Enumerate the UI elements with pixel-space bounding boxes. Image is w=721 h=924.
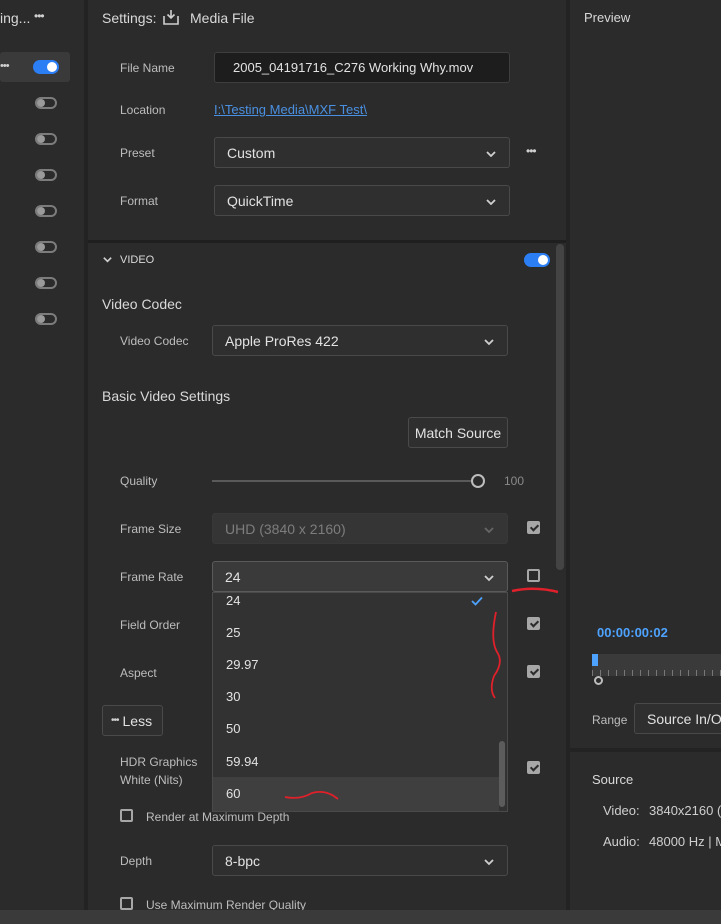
match-source-button[interactable]: Match Source [408, 417, 508, 448]
field-order-label: Field Order [120, 618, 181, 632]
menu-item-highlight [213, 777, 499, 811]
max-render-quality-checkbox[interactable] [120, 897, 133, 910]
less-dots-icon: ••• [111, 715, 119, 726]
file-name-input[interactable]: 2005_04191716_C276 Working Why.mov [214, 52, 510, 83]
less-button[interactable]: ••• Less [102, 705, 163, 736]
row-toggle[interactable] [35, 169, 57, 181]
source-audio-label: Audio: [603, 834, 640, 849]
range-value: Source In/Out [647, 710, 721, 727]
aspect-checkbox[interactable] [527, 665, 540, 678]
menu-scrollbar[interactable] [499, 741, 505, 807]
timeline-ruler[interactable] [592, 654, 721, 676]
range-dropdown[interactable]: Source In/Out [634, 703, 721, 734]
location-link[interactable]: I:\Testing Media\MXF Test\ [214, 102, 367, 117]
frame-size-checkbox[interactable] [527, 521, 540, 534]
frame-rate-menu [212, 592, 508, 812]
depth-dropdown[interactable]: 8-bpc [212, 845, 508, 876]
chevron-down-icon [483, 335, 495, 351]
frame-size-dropdown: UHD (3840 x 2160) [212, 513, 508, 544]
frame-rate-option[interactable]: 29.97 [226, 657, 259, 672]
settings-scrollbar[interactable] [556, 244, 564, 570]
preset-label: Preset [120, 146, 155, 160]
video-codec-header: Video Codec [102, 296, 182, 312]
video-codec-dropdown[interactable]: Apple ProRes 422 [212, 325, 508, 356]
left-panel-title: ing... [0, 10, 31, 26]
preset-value: Custom [227, 144, 276, 161]
quality-value: 100 [504, 474, 525, 488]
aspect-label: Aspect [120, 666, 157, 680]
preset-more-icon[interactable]: ••• [526, 144, 537, 158]
row-toggle[interactable] [35, 313, 57, 325]
frame-rate-option[interactable]: 24 [226, 593, 240, 608]
row-toggle-on[interactable] [33, 60, 59, 74]
hdr-label-line1: HDR Graphics [120, 755, 198, 769]
field-order-checkbox[interactable] [527, 617, 540, 630]
bottom-bar [0, 910, 721, 924]
frame-rate-option[interactable]: 30 [226, 689, 240, 704]
left-panel: ing... ••• ••• [0, 0, 84, 910]
source-audio-value: 48000 Hz | M [649, 834, 721, 849]
row-toggle[interactable] [35, 133, 57, 145]
ruler-ticks [592, 670, 721, 676]
quality-slider-handle[interactable] [471, 474, 485, 488]
quality-label: Quality [120, 474, 158, 488]
preview-title: Preview [584, 10, 631, 25]
depth-value: 8-bpc [225, 852, 261, 869]
chevron-down-icon [485, 195, 497, 211]
frame-rate-checkbox[interactable] [527, 569, 540, 582]
format-label: Format [120, 194, 159, 208]
row-more-icon[interactable]: ••• [0, 60, 10, 72]
chevron-down-icon [483, 523, 495, 539]
hdr-label-line2: White (Nits) [120, 773, 183, 787]
row-toggle[interactable] [35, 241, 57, 253]
chevron-down-icon [485, 147, 497, 163]
source-title: Source [592, 772, 634, 787]
check-icon [471, 595, 483, 609]
file-name-label: File Name [120, 61, 175, 75]
format-dropdown[interactable]: QuickTime [214, 185, 510, 216]
frame-rate-label: Frame Rate [120, 570, 184, 584]
basic-video-header: Basic Video Settings [102, 388, 231, 404]
hdr-checkbox[interactable] [527, 761, 540, 774]
section-divider [88, 240, 566, 243]
selected-row[interactable]: ••• [0, 52, 70, 82]
range-label: Range [592, 713, 628, 727]
video-codec-label: Video Codec [120, 334, 189, 348]
chevron-down-icon [483, 571, 495, 587]
location-label: Location [120, 103, 166, 117]
in-point-handle[interactable] [594, 676, 603, 685]
frame-size-value: UHD (3840 x 2160) [225, 520, 346, 537]
frame-size-label: Frame Size [120, 522, 182, 536]
left-panel-more-icon[interactable]: ••• [34, 9, 45, 23]
quality-slider-track [212, 480, 480, 482]
playhead[interactable] [592, 654, 598, 666]
frame-rate-option[interactable]: 60 [226, 786, 240, 801]
frame-rate-option[interactable]: 25 [226, 625, 240, 640]
video-section-title[interactable]: VIDEO [120, 254, 154, 266]
video-toggle[interactable] [524, 253, 550, 267]
frame-rate-value: 24 [225, 568, 241, 585]
row-toggle[interactable] [35, 97, 57, 109]
chevron-down-icon [483, 855, 495, 871]
format-value: QuickTime [227, 192, 294, 209]
row-toggle[interactable] [35, 205, 57, 217]
less-label: Less [122, 712, 153, 729]
frame-rate-option[interactable]: 50 [226, 721, 240, 736]
render-max-depth-label: Render at Maximum Depth [146, 810, 290, 824]
preset-dropdown[interactable]: Custom [214, 137, 510, 168]
render-max-depth-checkbox[interactable] [120, 809, 133, 822]
timecode[interactable]: 00:00:00:02 [597, 625, 668, 640]
settings-title: Settings: [102, 10, 157, 26]
depth-label: Depth [120, 854, 153, 868]
source-video-value: 3840x2160 (1. [649, 803, 721, 818]
export-icon [162, 8, 180, 29]
media-file-tab[interactable]: Media File [190, 10, 255, 26]
collapse-chevron-icon[interactable] [102, 254, 113, 268]
quality-slider[interactable] [212, 474, 488, 488]
row-toggle[interactable] [35, 277, 57, 289]
frame-rate-dropdown[interactable]: 24 [212, 561, 508, 592]
video-codec-value: Apple ProRes 422 [225, 332, 339, 349]
frame-rate-option[interactable]: 59.94 [226, 754, 259, 769]
source-video-label: Video: [603, 803, 640, 818]
